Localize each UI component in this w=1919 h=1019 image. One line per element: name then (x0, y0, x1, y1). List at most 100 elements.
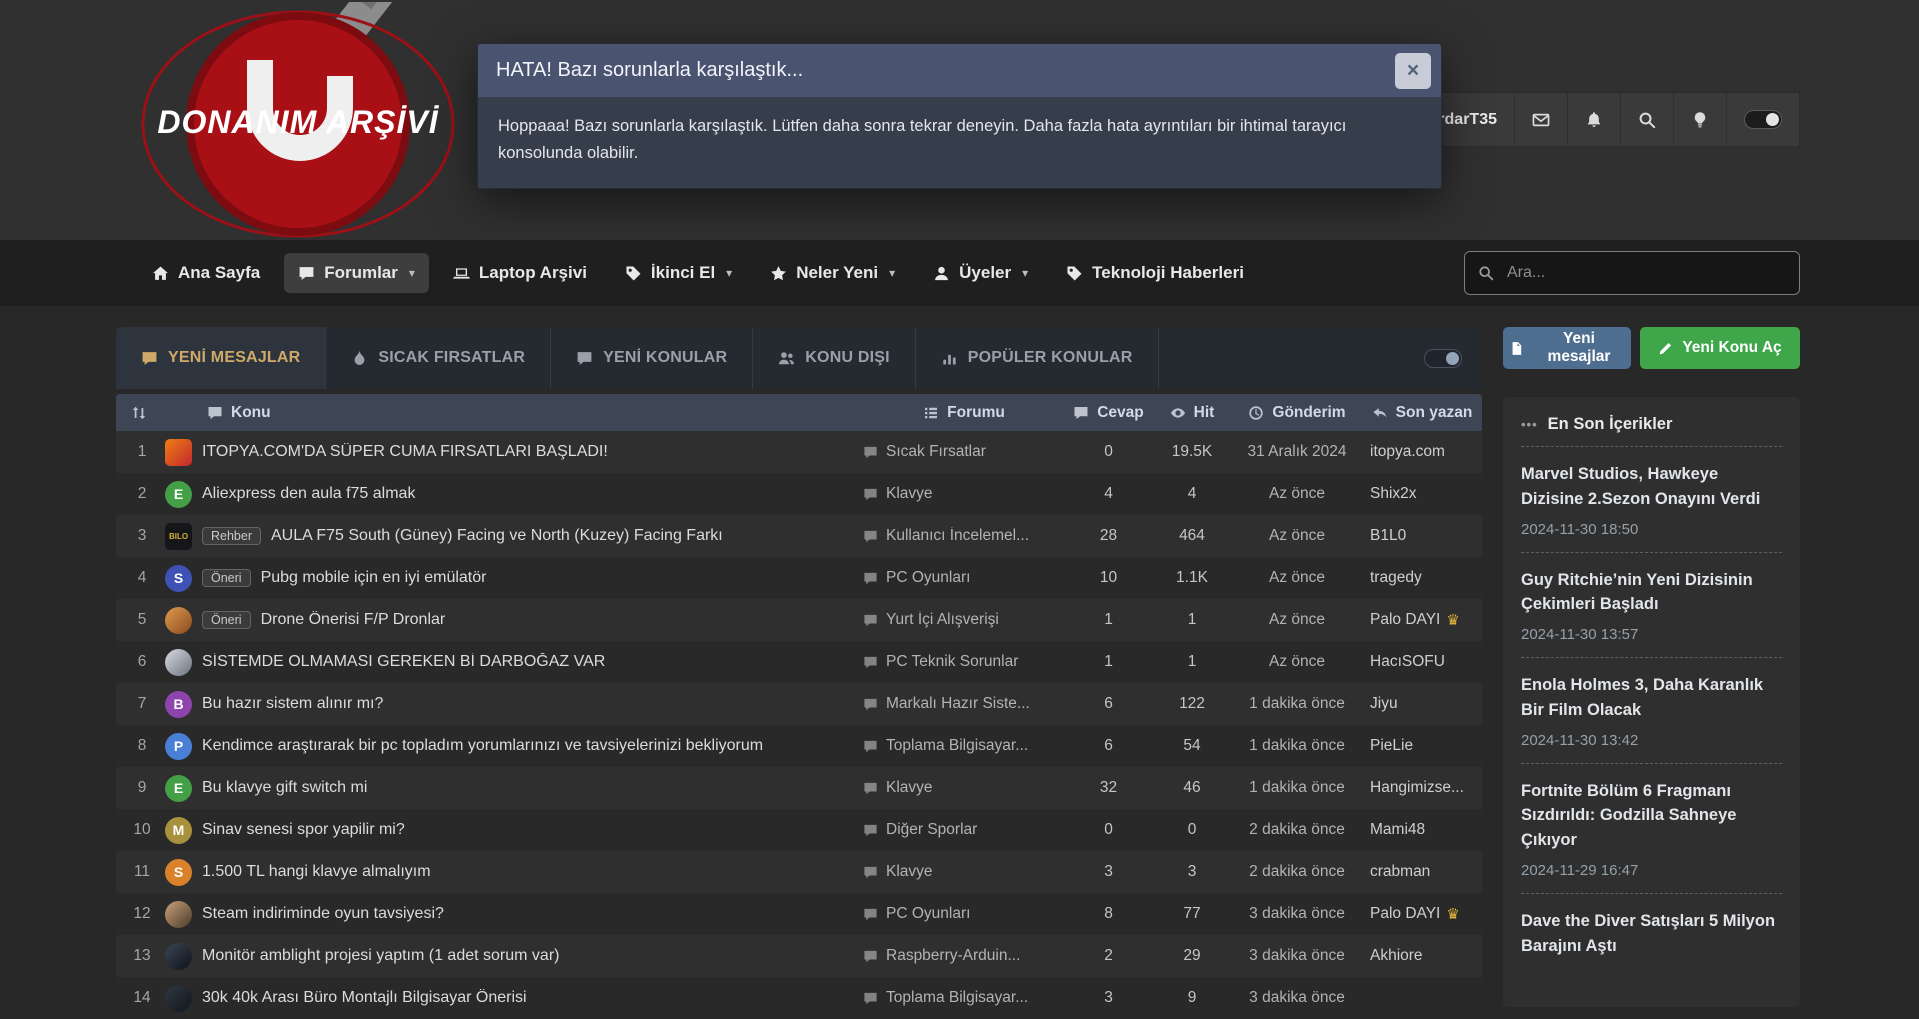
header-replies[interactable]: Cevap (1065, 404, 1152, 422)
forum-cell[interactable]: Diğer Sporlar (863, 821, 1065, 839)
search-input[interactable] (1505, 263, 1786, 283)
header-posted[interactable]: Gönderim (1232, 404, 1362, 422)
alerts-button[interactable] (1567, 93, 1620, 146)
avatar[interactable] (165, 901, 192, 928)
last-poster-cell[interactable]: tragedy (1362, 569, 1482, 587)
search-button[interactable] (1620, 93, 1673, 146)
thread-title[interactable]: Pubg mobile için en iyi emülatör (261, 569, 487, 587)
avatar[interactable]: E (165, 775, 192, 802)
thread-title[interactable]: Sinav senesi spor yapilir mi? (202, 821, 405, 839)
table-row[interactable]: 7 B Bu hazır sistem alınır mı? Markalı H… (116, 683, 1482, 725)
last-poster-cell[interactable]: HacıSOFU (1362, 653, 1482, 671)
avatar[interactable] (165, 943, 192, 970)
thread-title[interactable]: Drone Önerisi F/P Dronlar (261, 611, 446, 629)
last-poster-cell[interactable]: itopya.com (1362, 443, 1482, 461)
table-row[interactable]: 12 Steam indiriminde oyun tavsiyesi? PC … (116, 893, 1482, 935)
forum-cell[interactable]: Klavye (863, 863, 1065, 881)
site-logo[interactable]: DONANIM ARŞİVİ (138, 2, 468, 238)
forum-cell[interactable]: Klavye (863, 485, 1065, 503)
thread-title[interactable]: Bu klavye gift switch mi (202, 779, 367, 797)
new-topic-button[interactable]: Yeni Konu Aç (1640, 327, 1800, 369)
latest-item[interactable]: Marvel Studios, Hawkeye Dizisine 2.Sezon… (1521, 446, 1782, 552)
avatar[interactable] (165, 607, 192, 634)
thread-title[interactable]: Kendimce araştırarak bir pc topladım yor… (202, 737, 763, 755)
last-poster-cell[interactable]: Jiyu (1362, 695, 1482, 713)
thread-title[interactable]: Steam indiriminde oyun tavsiyesi? (202, 905, 444, 923)
list-style-toggle[interactable] (1424, 349, 1462, 368)
avatar[interactable]: S (165, 859, 192, 886)
forum-cell[interactable]: Sıcak Fırsatlar (863, 443, 1065, 461)
table-row[interactable]: 9 E Bu klavye gift switch mi Klavye 32 4… (116, 767, 1482, 809)
theme-toggle[interactable] (1726, 93, 1799, 146)
avatar[interactable]: BILO (165, 523, 192, 550)
avatar[interactable] (165, 439, 192, 466)
avatar[interactable]: E (165, 481, 192, 508)
last-poster-cell[interactable]: B1L0 (1362, 527, 1482, 545)
table-row[interactable]: 11 S 1.500 TL hangi klavye almalıyım Kla… (116, 851, 1482, 893)
tab-yeni-konular[interactable]: YENİ KONULAR (551, 327, 753, 389)
forum-cell[interactable]: PC Teknik Sorunlar (863, 653, 1065, 671)
latest-item[interactable]: Enola Holmes 3, Daha Karanlık Bir Film O… (1521, 657, 1782, 763)
table-row[interactable]: 14 30k 40k Arası Büro Montajlı Bilgisaya… (116, 977, 1482, 1019)
last-poster-cell[interactable]: Hangimizse... (1362, 779, 1482, 797)
last-poster-cell[interactable]: Akhiore (1362, 947, 1482, 965)
header-last-poster[interactable]: Son yazan (1362, 404, 1482, 422)
table-row[interactable]: 3 BILO Rehber AULA F75 South (Güney) Fac… (116, 515, 1482, 557)
table-row[interactable]: 2 E Aliexpress den aula f75 almak Klavye… (116, 473, 1482, 515)
avatar[interactable]: S (165, 565, 192, 592)
thread-title[interactable]: ITOPYA.COM'DA SÜPER CUMA FIRSATLARI BAŞL… (202, 443, 608, 461)
forum-cell[interactable]: Yurt İçi Alışverişi (863, 611, 1065, 629)
forum-cell[interactable]: Raspberry-Arduin... (863, 947, 1065, 965)
thread-title[interactable]: Bu hazır sistem alınır mı? (202, 695, 383, 713)
nav-item-ana-sayfa[interactable]: Ana Sayfa (138, 253, 274, 293)
sort-icon[interactable] (131, 405, 147, 421)
last-poster-cell[interactable]: crabman (1362, 863, 1482, 881)
close-icon[interactable]: × (1395, 53, 1431, 89)
table-row[interactable]: 4 S Öneri Pubg mobile için en iyi emülat… (116, 557, 1482, 599)
latest-item[interactable]: Guy Ritchie’nin Yeni Dizisinin Çekimleri… (1521, 552, 1782, 658)
forum-cell[interactable]: Toplama Bilgisayar... (863, 737, 1065, 755)
table-row[interactable]: 10 M Sinav senesi spor yapilir mi? Diğer… (116, 809, 1482, 851)
last-poster-cell[interactable]: Mami48 (1362, 821, 1482, 839)
nav-item-forumlar[interactable]: Forumlar ▾ (284, 253, 429, 293)
thread-title[interactable]: SİSTEMDE OLMAMASI GEREKEN Bİ DARBOĞAZ VA… (202, 653, 605, 671)
forum-cell[interactable]: Markalı Hazır Siste... (863, 695, 1065, 713)
table-row[interactable]: 6 SİSTEMDE OLMAMASI GEREKEN Bİ DARBOĞAZ … (116, 641, 1482, 683)
nav-item-laptop-arsivi[interactable]: Laptop Arşivi (439, 253, 601, 293)
forum-cell[interactable]: Kullanıcı İncelemel... (863, 527, 1065, 545)
header-forum[interactable]: Forumu (863, 404, 1065, 422)
table-row[interactable]: 13 Monitör amblight projesi yaptım (1 ad… (116, 935, 1482, 977)
forum-cell[interactable]: PC Oyunları (863, 905, 1065, 923)
avatar[interactable]: M (165, 817, 192, 844)
latest-item[interactable]: Fortnite Bölüm 6 Fragmanı Sızdırıldı: Go… (1521, 763, 1782, 893)
messages-button[interactable] (1514, 93, 1567, 146)
thread-title[interactable]: 30k 40k Arası Büro Montajlı Bilgisayar Ö… (202, 989, 527, 1007)
table-row[interactable]: 1 ITOPYA.COM'DA SÜPER CUMA FIRSATLARI BA… (116, 431, 1482, 473)
header-views[interactable]: Hit (1152, 404, 1232, 422)
ideas-button[interactable] (1673, 93, 1726, 146)
avatar[interactable]: P (165, 733, 192, 760)
avatar[interactable] (165, 649, 192, 676)
tab-populer-konular[interactable]: POPÜLER KONULAR (916, 327, 1159, 389)
forum-cell[interactable]: PC Oyunları (863, 569, 1065, 587)
latest-item[interactable]: Dave the Diver Satışları 5 Milyon Barajı… (1521, 893, 1782, 982)
nav-item-i-kinci-el[interactable]: İkinci El ▾ (611, 253, 746, 293)
table-row[interactable]: 5 Öneri Drone Önerisi F/P Dronlar Yurt İ… (116, 599, 1482, 641)
avatar[interactable] (165, 985, 192, 1012)
header-topic[interactable]: Konu (116, 404, 863, 422)
thread-title[interactable]: Monitör amblight projesi yaptım (1 adet … (202, 947, 559, 965)
nav-item-neler-yeni[interactable]: Neler Yeni ▾ (756, 253, 909, 293)
new-messages-button[interactable]: Yeni mesajlar (1503, 327, 1631, 369)
nav-item-teknoloji-haberleri[interactable]: Teknoloji Haberleri (1052, 253, 1258, 293)
last-poster-cell[interactable]: Palo DAYI ♛ (1362, 905, 1482, 923)
forum-cell[interactable]: Toplama Bilgisayar... (863, 989, 1065, 1007)
tab-yeni-mesajlar[interactable]: YENİ MESAJLAR (116, 327, 326, 389)
avatar[interactable]: B (165, 691, 192, 718)
thread-title[interactable]: Aliexpress den aula f75 almak (202, 485, 415, 503)
nav-item-uyeler[interactable]: Üyeler ▾ (919, 253, 1042, 293)
tab-sicak-firsatlar[interactable]: SICAK FIRSATLAR (326, 327, 551, 389)
last-poster-cell[interactable]: PieLie (1362, 737, 1482, 755)
thread-title[interactable]: 1.500 TL hangi klavye almalıyım (202, 863, 431, 881)
table-row[interactable]: 8 P Kendimce araştırarak bir pc topladım… (116, 725, 1482, 767)
thread-title[interactable]: AULA F75 South (Güney) Facing ve North (… (271, 527, 723, 545)
